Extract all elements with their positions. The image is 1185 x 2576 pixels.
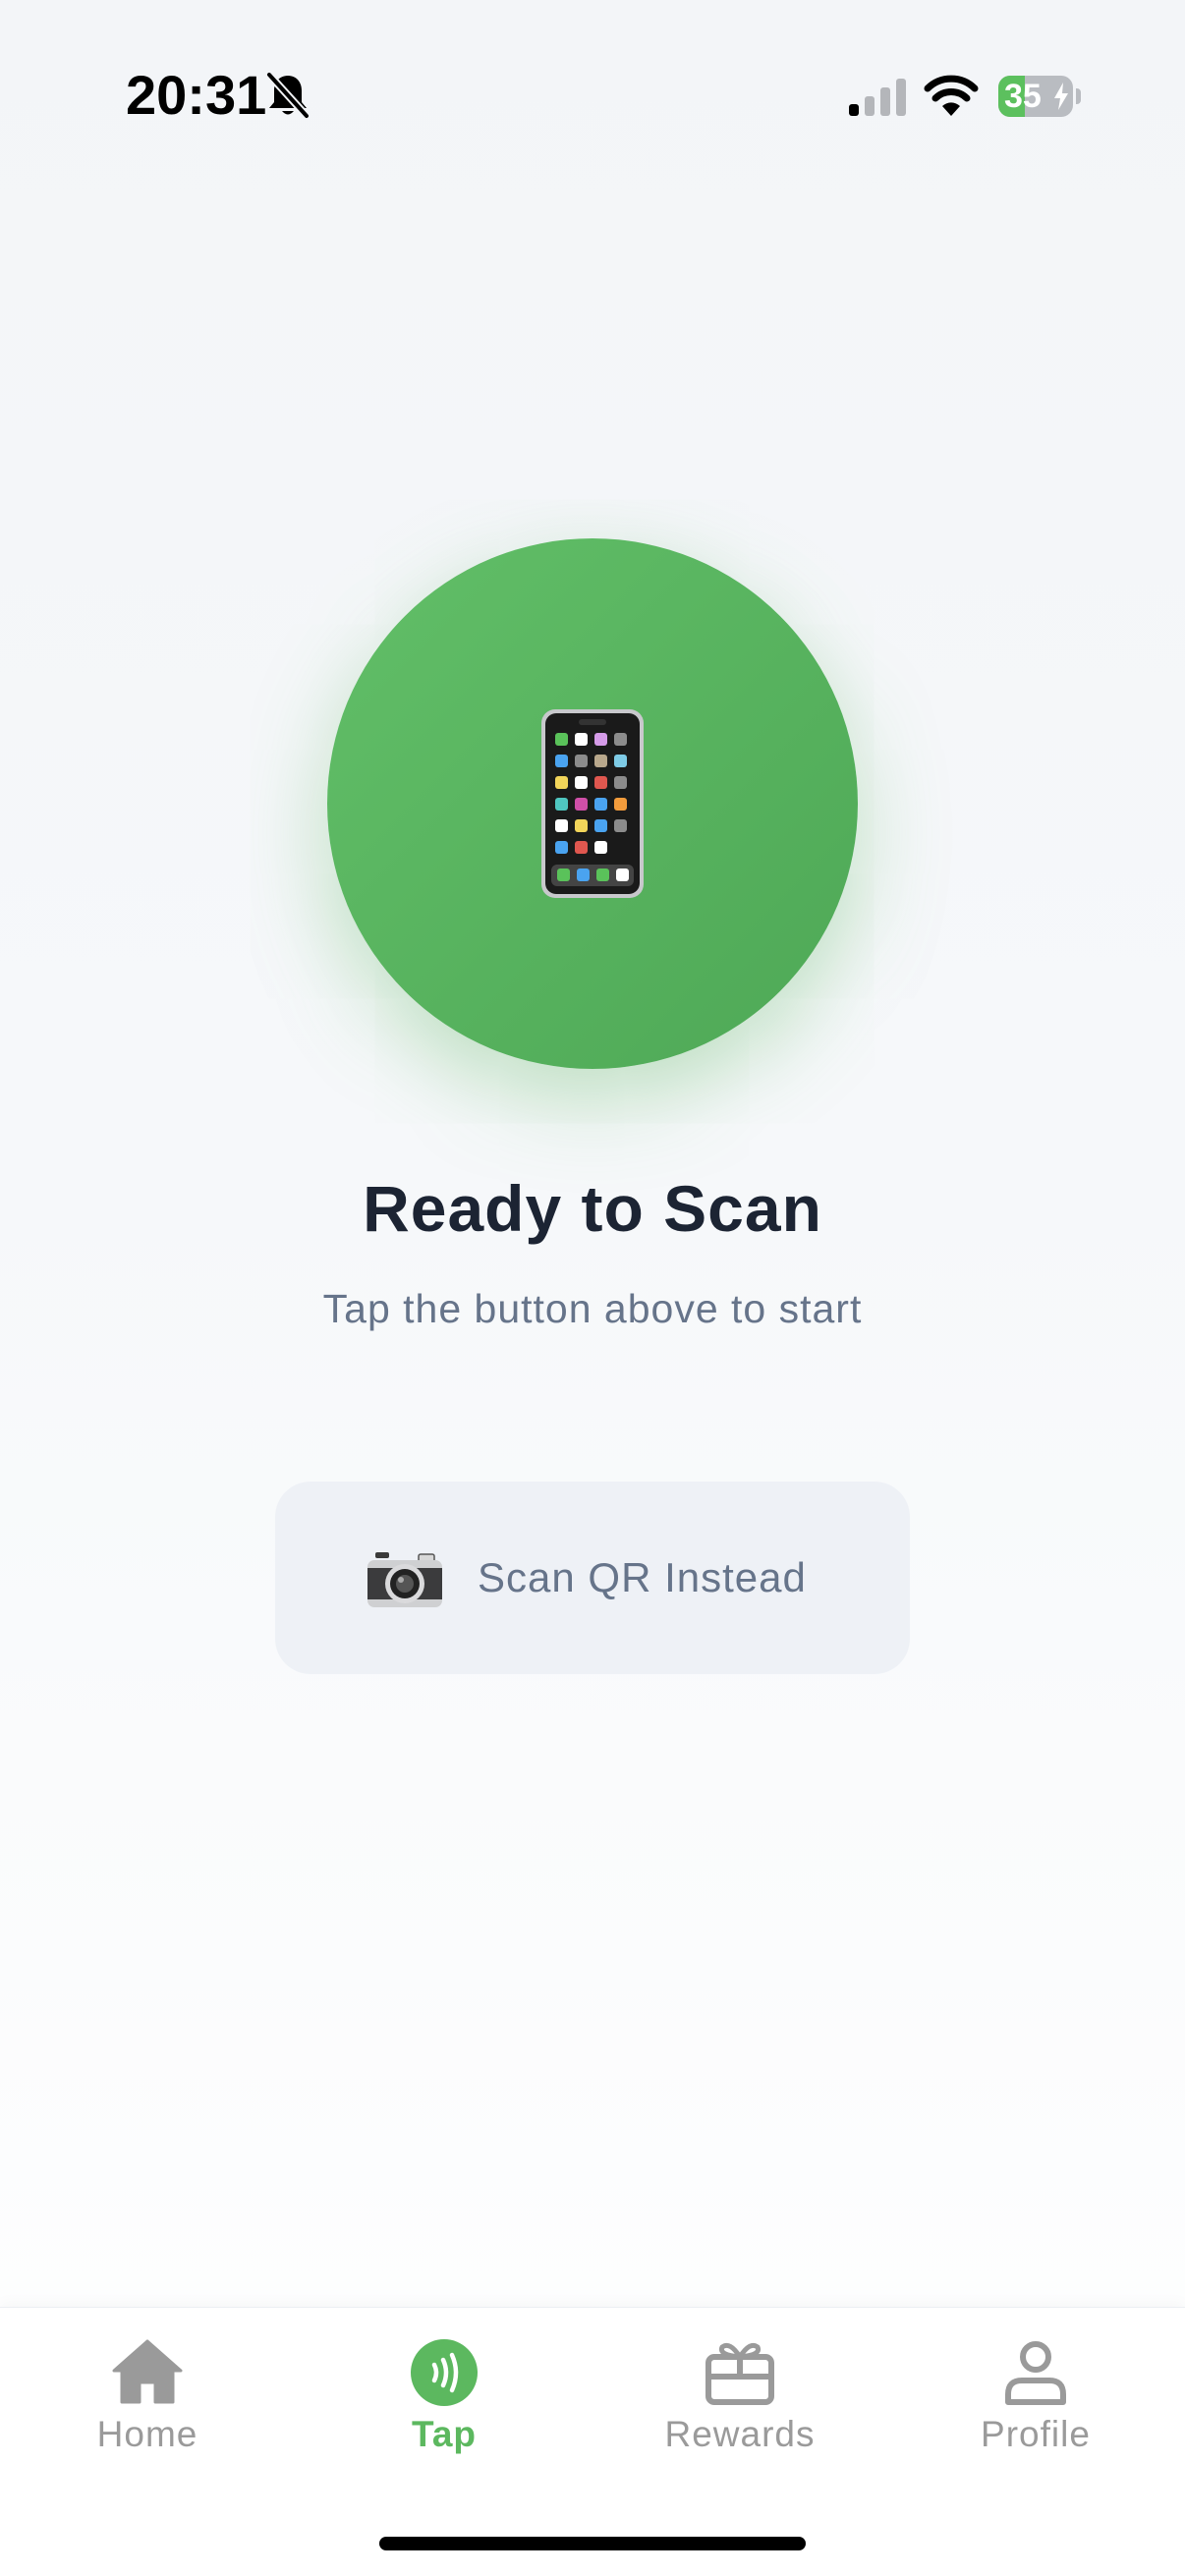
status-bar: 20:31 35 [0,0,1185,196]
tab-label: Rewards [664,2414,816,2454]
tab-tap[interactable]: Tap [297,2308,592,2494]
battery-level: 35 [1004,78,1042,115]
bottom-tab-bar: Home Tap Rewards Profile [0,2307,1185,2576]
tab-label: Profile [981,2414,1091,2454]
scan-qr-label: Scan QR Instead [478,1554,807,1600]
camera-icon [367,1552,442,1607]
wifi-icon [924,75,979,116]
charging-bolt-icon [1054,83,1068,110]
battery-charging-icon: 35 [998,76,1081,117]
tab-profile[interactable]: Profile [888,2308,1183,2494]
person-icon [1005,2341,1066,2405]
scan-qr-button[interactable]: Scan QR Instead [275,1482,910,1674]
page-subtitle: Tap the button above to start [322,1286,863,1331]
tap-to-scan-button[interactable] [327,538,858,1069]
house-icon [112,2339,183,2404]
page-title: Ready to Scan [363,1172,822,1245]
mobile-phone-icon [541,709,644,898]
tab-home[interactable]: Home [0,2308,295,2494]
tab-label: Tap [411,2414,478,2454]
bell-slash-icon [265,71,310,120]
status-time: 20:31 [126,64,267,126]
contactless-icon [411,2339,478,2406]
gift-icon [705,2342,774,2405]
tab-rewards[interactable]: Rewards [592,2308,887,2494]
cellular-signal-icon [849,79,906,116]
home-indicator [379,2537,806,2550]
tab-label: Home [96,2414,198,2454]
